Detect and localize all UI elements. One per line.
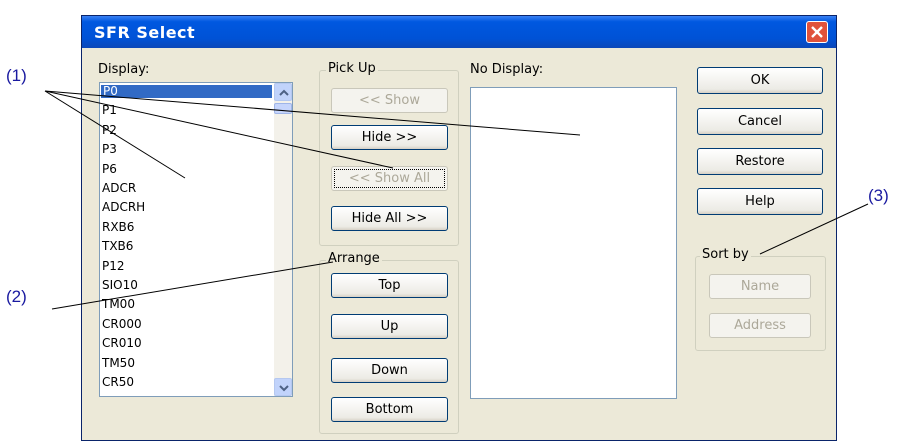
display-list-item[interactable]: CR50 — [102, 376, 134, 389]
display-listbox[interactable]: P0 P1 P2 P3 P6 ADCR ADCRH RXB6 TXB6 P12 SIO10 TM00 C… — [99, 82, 293, 397]
close-icon — [811, 26, 823, 38]
chevron-up-icon — [279, 89, 289, 96]
display-list-item[interactable]: TXB6 — [102, 240, 133, 253]
display-scrollbar[interactable] — [274, 83, 292, 396]
callout-3: (3) — [868, 186, 889, 205]
sort-address-button[interactable]: Address — [709, 313, 811, 338]
sfr-select-dialog: SFR Select Display: P0 P1 P2 P3 P6 ADCR ADCRH R… — [81, 15, 837, 441]
display-label: Display: — [98, 62, 150, 77]
show-all-button[interactable]: << Show All — [331, 166, 448, 191]
display-list-item[interactable]: ADCRH — [102, 201, 145, 214]
chevron-down-icon — [279, 385, 289, 392]
display-list-item[interactable]: RXB6 — [102, 220, 134, 234]
sort-by-group-label: Sort by — [700, 247, 751, 262]
bottom-button[interactable]: Bottom — [331, 397, 448, 422]
callout-2: (2) — [6, 287, 27, 306]
dialog-bottom-edge — [82, 434, 836, 440]
close-button[interactable] — [806, 21, 828, 43]
display-list-item[interactable]: TM00 — [102, 298, 135, 311]
display-list-item[interactable]: ADCR — [102, 182, 136, 195]
sort-name-button[interactable]: Name — [709, 274, 811, 299]
window-title: SFR Select — [94, 23, 196, 42]
help-button[interactable]: Help — [697, 188, 823, 215]
scroll-thumb[interactable] — [274, 103, 292, 114]
hide-button[interactable]: Hide >> — [331, 125, 448, 150]
display-list-item[interactable]: CR000 — [102, 317, 142, 331]
scroll-down-button[interactable] — [274, 378, 292, 396]
display-list-item[interactable]: P0 — [101, 85, 272, 98]
display-list-item[interactable]: P12 — [102, 259, 125, 273]
display-list-item[interactable]: P1 — [102, 104, 117, 117]
ok-button[interactable]: OK — [697, 67, 823, 94]
up-button[interactable]: Up — [331, 314, 448, 339]
pickup-group-label: Pick Up — [326, 61, 378, 76]
callout-1: (1) — [6, 66, 27, 85]
top-button[interactable]: Top — [331, 273, 448, 298]
display-list-item[interactable]: P6 — [102, 162, 117, 176]
arrange-group-label: Arrange — [326, 251, 382, 266]
cancel-button[interactable]: Cancel — [697, 108, 823, 135]
show-button[interactable]: << Show — [331, 88, 448, 113]
title-bar[interactable]: SFR Select — [82, 16, 836, 48]
display-list-item[interactable]: SIO10 — [102, 279, 138, 292]
display-list-item[interactable]: P2 — [102, 123, 117, 137]
scroll-up-button[interactable] — [274, 83, 292, 101]
restore-button[interactable]: Restore — [697, 148, 823, 175]
no-display-label: No Display: — [470, 62, 544, 77]
no-display-listbox[interactable] — [470, 87, 677, 399]
display-list-item[interactable]: P3 — [102, 143, 117, 156]
display-list-item[interactable]: CR010 — [102, 337, 142, 350]
down-button[interactable]: Down — [331, 358, 448, 383]
hide-all-button[interactable]: Hide All >> — [331, 206, 448, 231]
display-list-item[interactable]: TM50 — [102, 356, 135, 370]
